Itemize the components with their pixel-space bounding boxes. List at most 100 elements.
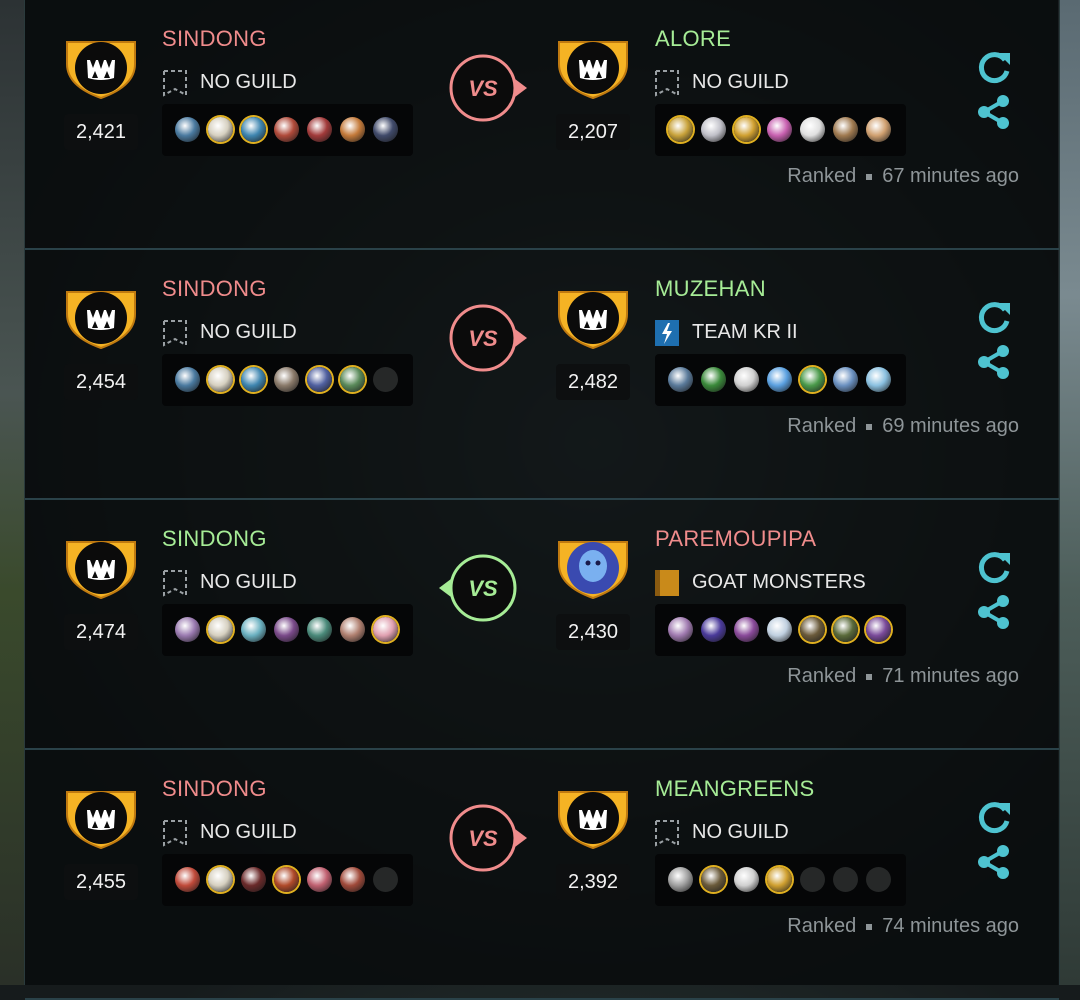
monster-card-icon[interactable]: [734, 117, 759, 142]
share-icon[interactable]: [976, 594, 1012, 630]
monster-card-icon[interactable]: [208, 117, 233, 142]
battle-time: 74 minutes ago: [882, 915, 1019, 937]
monster-card-icon[interactable]: [373, 117, 398, 142]
guild-name: NO GUILD: [200, 71, 297, 93]
guild-name: TEAM KR II: [692, 321, 798, 343]
monster-card-icon[interactable]: [767, 867, 792, 892]
player-avatar-icon[interactable]: [63, 36, 139, 100]
refresh-icon[interactable]: [976, 549, 1012, 585]
empty-slot: [866, 867, 891, 892]
vs-badge: VS: [439, 554, 517, 622]
share-icon[interactable]: [976, 344, 1012, 380]
player-team: [162, 104, 413, 156]
monster-card-icon[interactable]: [274, 617, 299, 642]
monster-card-icon[interactable]: [767, 367, 792, 392]
monster-card-icon[interactable]: [701, 867, 726, 892]
monster-card-icon[interactable]: [274, 117, 299, 142]
empty-slot: [373, 867, 398, 892]
monster-card-icon[interactable]: [340, 867, 365, 892]
monster-card-icon[interactable]: [241, 867, 266, 892]
background-left-edge: [0, 0, 24, 985]
monster-card-icon[interactable]: [208, 367, 233, 392]
monster-card-icon[interactable]: [307, 117, 332, 142]
battle-meta: Ranked 71 minutes ago: [787, 665, 1019, 688]
svg-text:VS: VS: [468, 826, 498, 851]
player-name[interactable]: SINDONG: [162, 276, 267, 302]
empty-slot: [833, 867, 858, 892]
monster-card-icon[interactable]: [800, 617, 825, 642]
monster-card-icon[interactable]: [668, 367, 693, 392]
monster-card-icon[interactable]: [866, 617, 891, 642]
monster-card-icon[interactable]: [241, 117, 266, 142]
opponent-name[interactable]: ALORE: [655, 26, 731, 52]
monster-card-icon[interactable]: [241, 617, 266, 642]
monster-card-icon[interactable]: [340, 367, 365, 392]
opponent-rating: 2,392: [556, 864, 630, 900]
player-avatar-icon[interactable]: [63, 536, 139, 600]
monster-card-icon[interactable]: [668, 617, 693, 642]
monster-card-icon[interactable]: [833, 117, 858, 142]
monster-card-icon[interactable]: [373, 617, 398, 642]
monster-card-icon[interactable]: [175, 117, 200, 142]
opponent-team: [655, 354, 906, 406]
monster-card-icon[interactable]: [833, 617, 858, 642]
opponent-avatar-icon[interactable]: [555, 786, 631, 850]
monster-card-icon[interactable]: [767, 117, 792, 142]
refresh-icon[interactable]: [976, 49, 1012, 85]
monster-card-icon[interactable]: [866, 117, 891, 142]
monster-card-icon[interactable]: [307, 867, 332, 892]
monster-card-icon[interactable]: [833, 367, 858, 392]
empty-slot: [800, 867, 825, 892]
monster-card-icon[interactable]: [340, 617, 365, 642]
monster-card-icon[interactable]: [800, 367, 825, 392]
monster-card-icon[interactable]: [866, 367, 891, 392]
player-name[interactable]: SINDONG: [162, 26, 267, 52]
battle-type: Ranked: [787, 665, 857, 687]
opponent-rating: 2,430: [556, 614, 630, 650]
monster-card-icon[interactable]: [800, 117, 825, 142]
player-avatar-icon[interactable]: [63, 286, 139, 350]
monster-card-icon[interactable]: [734, 617, 759, 642]
vs-badge: VS: [449, 54, 527, 122]
monster-card-icon[interactable]: [208, 617, 233, 642]
monster-card-icon[interactable]: [701, 367, 726, 392]
player-name[interactable]: SINDONG: [162, 776, 267, 802]
share-icon[interactable]: [976, 94, 1012, 130]
battle-time: 67 minutes ago: [882, 165, 1019, 187]
monster-card-icon[interactable]: [175, 867, 200, 892]
monster-card-icon[interactable]: [175, 617, 200, 642]
monster-card-icon[interactable]: [701, 617, 726, 642]
monster-card-icon[interactable]: [340, 117, 365, 142]
monster-card-icon[interactable]: [241, 367, 266, 392]
monster-card-icon[interactable]: [175, 367, 200, 392]
monster-card-icon[interactable]: [668, 867, 693, 892]
monster-card-icon[interactable]: [274, 867, 299, 892]
opponent-avatar-icon[interactable]: [555, 36, 631, 100]
monster-card-icon[interactable]: [734, 367, 759, 392]
guild-name: NO GUILD: [200, 571, 297, 593]
opponent-avatar-icon[interactable]: [555, 286, 631, 350]
opponent-name[interactable]: PAREMOUPIPA: [655, 526, 816, 552]
player-avatar-icon[interactable]: [63, 786, 139, 850]
opponent-avatar-icon[interactable]: [555, 536, 631, 600]
monster-card-icon[interactable]: [734, 867, 759, 892]
refresh-icon[interactable]: [976, 299, 1012, 335]
monster-card-icon[interactable]: [668, 117, 693, 142]
guild-name: NO GUILD: [200, 321, 297, 343]
opponent-name[interactable]: MUZEHAN: [655, 276, 766, 302]
player-name[interactable]: SINDONG: [162, 526, 267, 552]
background-right-edge: [1058, 0, 1080, 985]
battle-time: 69 minutes ago: [882, 415, 1019, 437]
opponent-name[interactable]: MEANGREENS: [655, 776, 814, 802]
monster-card-icon[interactable]: [208, 867, 233, 892]
monster-card-icon[interactable]: [307, 367, 332, 392]
share-icon[interactable]: [976, 844, 1012, 880]
battle-time: 71 minutes ago: [882, 665, 1019, 687]
monster-card-icon[interactable]: [701, 117, 726, 142]
monster-card-icon[interactable]: [767, 617, 792, 642]
svg-text:VS: VS: [468, 76, 498, 101]
refresh-icon[interactable]: [976, 799, 1012, 835]
monster-card-icon[interactable]: [274, 367, 299, 392]
battle-row: 2,474 SINDONG NO GUILD VS 2,430 PAREMOUP…: [25, 500, 1059, 750]
monster-card-icon[interactable]: [307, 617, 332, 642]
